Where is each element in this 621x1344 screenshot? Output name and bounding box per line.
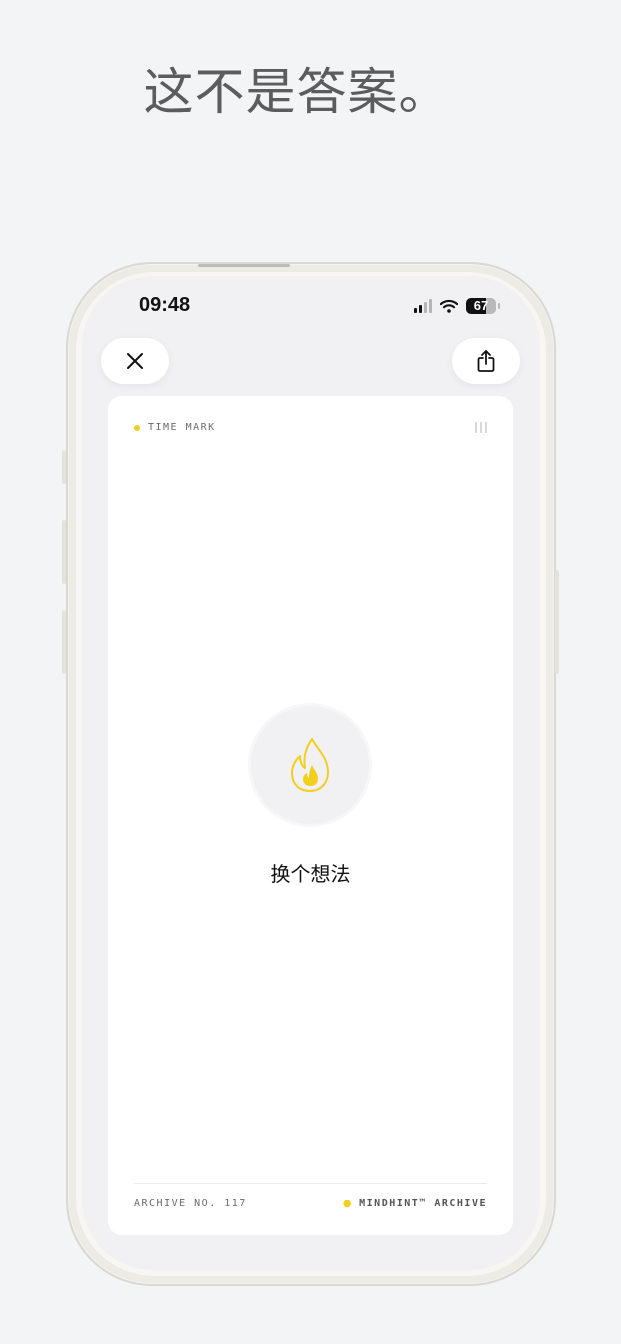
signal-icon — [414, 299, 432, 313]
status-icons: 67 — [414, 296, 500, 316]
close-icon — [127, 353, 143, 369]
status-dot — [134, 424, 140, 431]
headline: 这不是答案。 — [0, 52, 621, 124]
headline-text: 这不是答案。 — [143, 63, 450, 121]
side-button-left-3 — [62, 610, 66, 674]
card-header: TIME MARK — [134, 422, 216, 433]
battery-icon: 67 — [466, 298, 496, 314]
status-time: 09:48 — [139, 294, 191, 316]
side-button-right — [555, 570, 559, 674]
archive-card: TIME MARK 换个想法 ARCHIVE NO. 117 MINDHINT™… — [108, 396, 513, 1235]
wifi-icon — [440, 299, 458, 313]
battery-tip — [498, 303, 500, 309]
archive-number: ARCHIVE NO. 117 — [134, 1198, 247, 1209]
side-button-left-2 — [62, 520, 66, 584]
share-button[interactable] — [452, 338, 520, 384]
menu-bars-icon[interactable] — [475, 422, 487, 433]
flame-icon — [291, 738, 329, 792]
time-mark-label: TIME MARK — [148, 422, 216, 433]
phone-screen: 09:48 67 TIME MARK 换个想法 ARCHIVE NO. 117 … — [82, 276, 540, 1270]
brand-footer: MINDHINT™ ARCHIVE — [343, 1198, 487, 1209]
share-icon — [477, 350, 495, 372]
phone-speaker-line — [198, 264, 290, 267]
card-divider — [134, 1183, 487, 1184]
flame-button[interactable] — [251, 706, 369, 824]
side-button-left-1 — [62, 450, 66, 484]
hexagon-icon — [343, 1199, 352, 1208]
close-button[interactable] — [101, 338, 169, 384]
battery-percent: 67 — [473, 298, 489, 313]
brand-label: MINDHINT™ ARCHIVE — [359, 1198, 487, 1209]
change-idea-text[interactable]: 换个想法 — [108, 858, 513, 887]
